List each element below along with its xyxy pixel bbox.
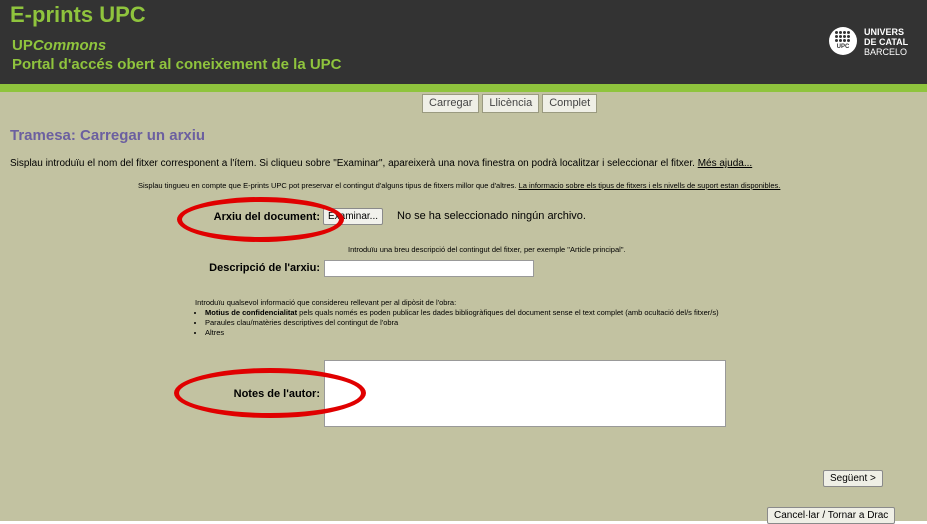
help-link[interactable]: Més ajuda... <box>698 158 752 169</box>
header-accent-bar <box>0 84 927 92</box>
description-hint: Introduïu una breu descripció del contin… <box>348 245 626 254</box>
annotation-oval-notes <box>174 368 366 418</box>
annotation-oval-file <box>177 197 344 242</box>
cancel-button[interactable]: Cancel·lar / Tornar a Drac <box>767 507 896 524</box>
main-content: Carregar Llicència Complet Tramesa: Carr… <box>0 92 927 524</box>
list-item: Motius de confidencialitat pels quals no… <box>205 308 719 318</box>
page-title: Tramesa: Carregar un arxiu <box>10 127 206 144</box>
logo-dots-icon <box>835 31 851 43</box>
submission-steps: Carregar Llicència Complet <box>422 94 598 113</box>
list-item: Altres <box>205 328 719 338</box>
author-notes-textarea[interactable] <box>324 360 726 427</box>
site-subtitle: UPCommons <box>12 37 107 54</box>
logo-text: UPC <box>836 44 850 50</box>
tab-llicencia[interactable]: Llicència <box>482 94 540 113</box>
notes-instructions: Introduïu qualsevol informació que consi… <box>195 298 719 338</box>
format-support-link[interactable]: La informacio sobre els tipus de fitxers… <box>519 181 781 190</box>
intro-text: Sisplau introduïu el nom del fitxer corr… <box>10 158 753 169</box>
file-status: No se ha seleccionado ningún archivo. <box>397 210 586 222</box>
description-label: Descripció de l'arxiu: <box>209 262 320 274</box>
description-input[interactable] <box>324 260 534 277</box>
portal-tagline: Portal d'accés obert al coneixement de l… <box>12 56 342 73</box>
next-button[interactable]: Següent > <box>823 470 883 487</box>
tab-carregar[interactable]: Carregar <box>422 94 480 113</box>
format-note: Sisplau tingueu en compte que E-prints U… <box>138 181 781 190</box>
site-header: E-prints UPC UPCommons Portal d'accés ob… <box>0 0 927 84</box>
university-name: UNIVERS DE CATAL BARCELO <box>864 27 909 57</box>
upc-logo[interactable]: UPC <box>829 27 857 55</box>
list-item: Paraules clau/matèries descriptives del … <box>205 318 719 328</box>
tab-complet[interactable]: Complet <box>542 94 598 113</box>
site-title[interactable]: E-prints UPC <box>10 2 146 28</box>
